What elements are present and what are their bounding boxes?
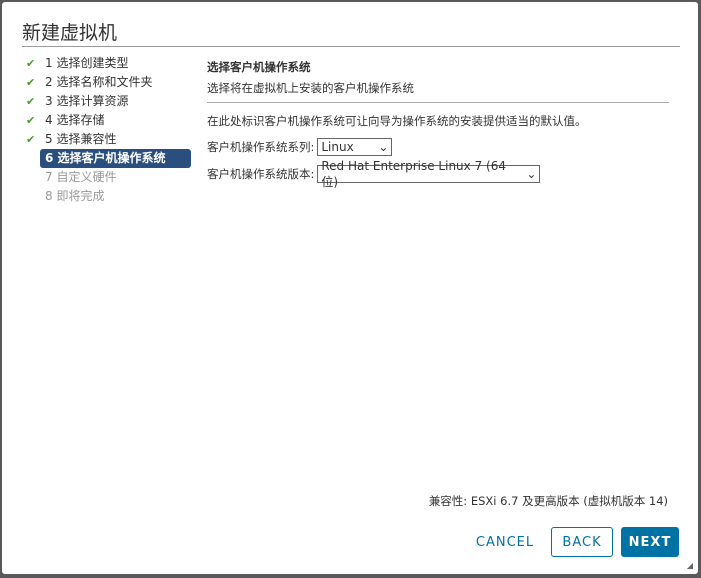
dialog-title: 新建虚拟机 (22, 22, 118, 44)
main-panel: 选择客户机操作系统 选择将在虚拟机上安装的客户机操作系统 在此处标识客户机操作系… (207, 59, 669, 189)
description: 在此处标识客户机操作系统可让向导为操作系统的安装提供适当的默认值。 (207, 114, 587, 128)
chevron-down-icon: ⌄ (378, 140, 389, 154)
new-vm-dialog: 新建虚拟机 ✔ 1 选择创建类型 ✔ 2 选择名称和文件夹 ✔ 3 选择计算资源 ✔ 4… (2, 2, 698, 574)
family-label: 客户机操作系统系列: (207, 140, 315, 154)
step-4[interactable]: ✔ 4 选择存储 (26, 111, 196, 130)
os-version-select[interactable]: Red Hat Enterprise Linux 7 (64 位) ⌄ (317, 159, 541, 189)
compatibility-text: 兼容性: ESXi 6.7 及更高版本 (虚拟机版本 14) (428, 494, 668, 508)
back-button[interactable]: BACK (551, 527, 613, 557)
cancel-button[interactable]: CANCEL (468, 527, 542, 557)
step-8: 8 即将完成 (45, 189, 105, 203)
check-icon: ✔ (26, 95, 36, 108)
os-family-select[interactable]: Linux ⌄ (317, 138, 393, 156)
resize-grip-icon[interactable]: ◢ (687, 561, 693, 570)
chevron-down-icon: ⌄ (526, 167, 537, 181)
check-icon: ✔ (26, 114, 36, 127)
step-3[interactable]: ✔ 3 选择计算资源 (26, 92, 196, 111)
step-1[interactable]: ✔ 1 选择创建类型 (26, 54, 196, 73)
step-5[interactable]: ✔ 5 选择兼容性 (26, 130, 196, 149)
step-2[interactable]: ✔ 2 选择名称和文件夹 (26, 73, 196, 92)
page-heading: 选择客户机操作系统 (207, 60, 311, 74)
page-subheading: 选择将在虚拟机上安装的客户机操作系统 (207, 81, 414, 95)
check-icon: ✔ (26, 76, 36, 89)
wizard-steps: ✔ 1 选择创建类型 ✔ 2 选择名称和文件夹 ✔ 3 选择计算资源 ✔ 4 选择存储 … (26, 54, 196, 206)
divider (22, 46, 680, 47)
next-button[interactable]: NEXT (621, 527, 679, 557)
check-icon: ✔ (26, 133, 36, 146)
check-icon: ✔ (26, 57, 36, 70)
step-7: 7 自定义硬件 (45, 170, 117, 184)
step-6[interactable]: 6 选择客户机操作系统 (40, 149, 191, 168)
divider (207, 102, 669, 103)
version-label: 客户机操作系统版本: (207, 167, 315, 181)
